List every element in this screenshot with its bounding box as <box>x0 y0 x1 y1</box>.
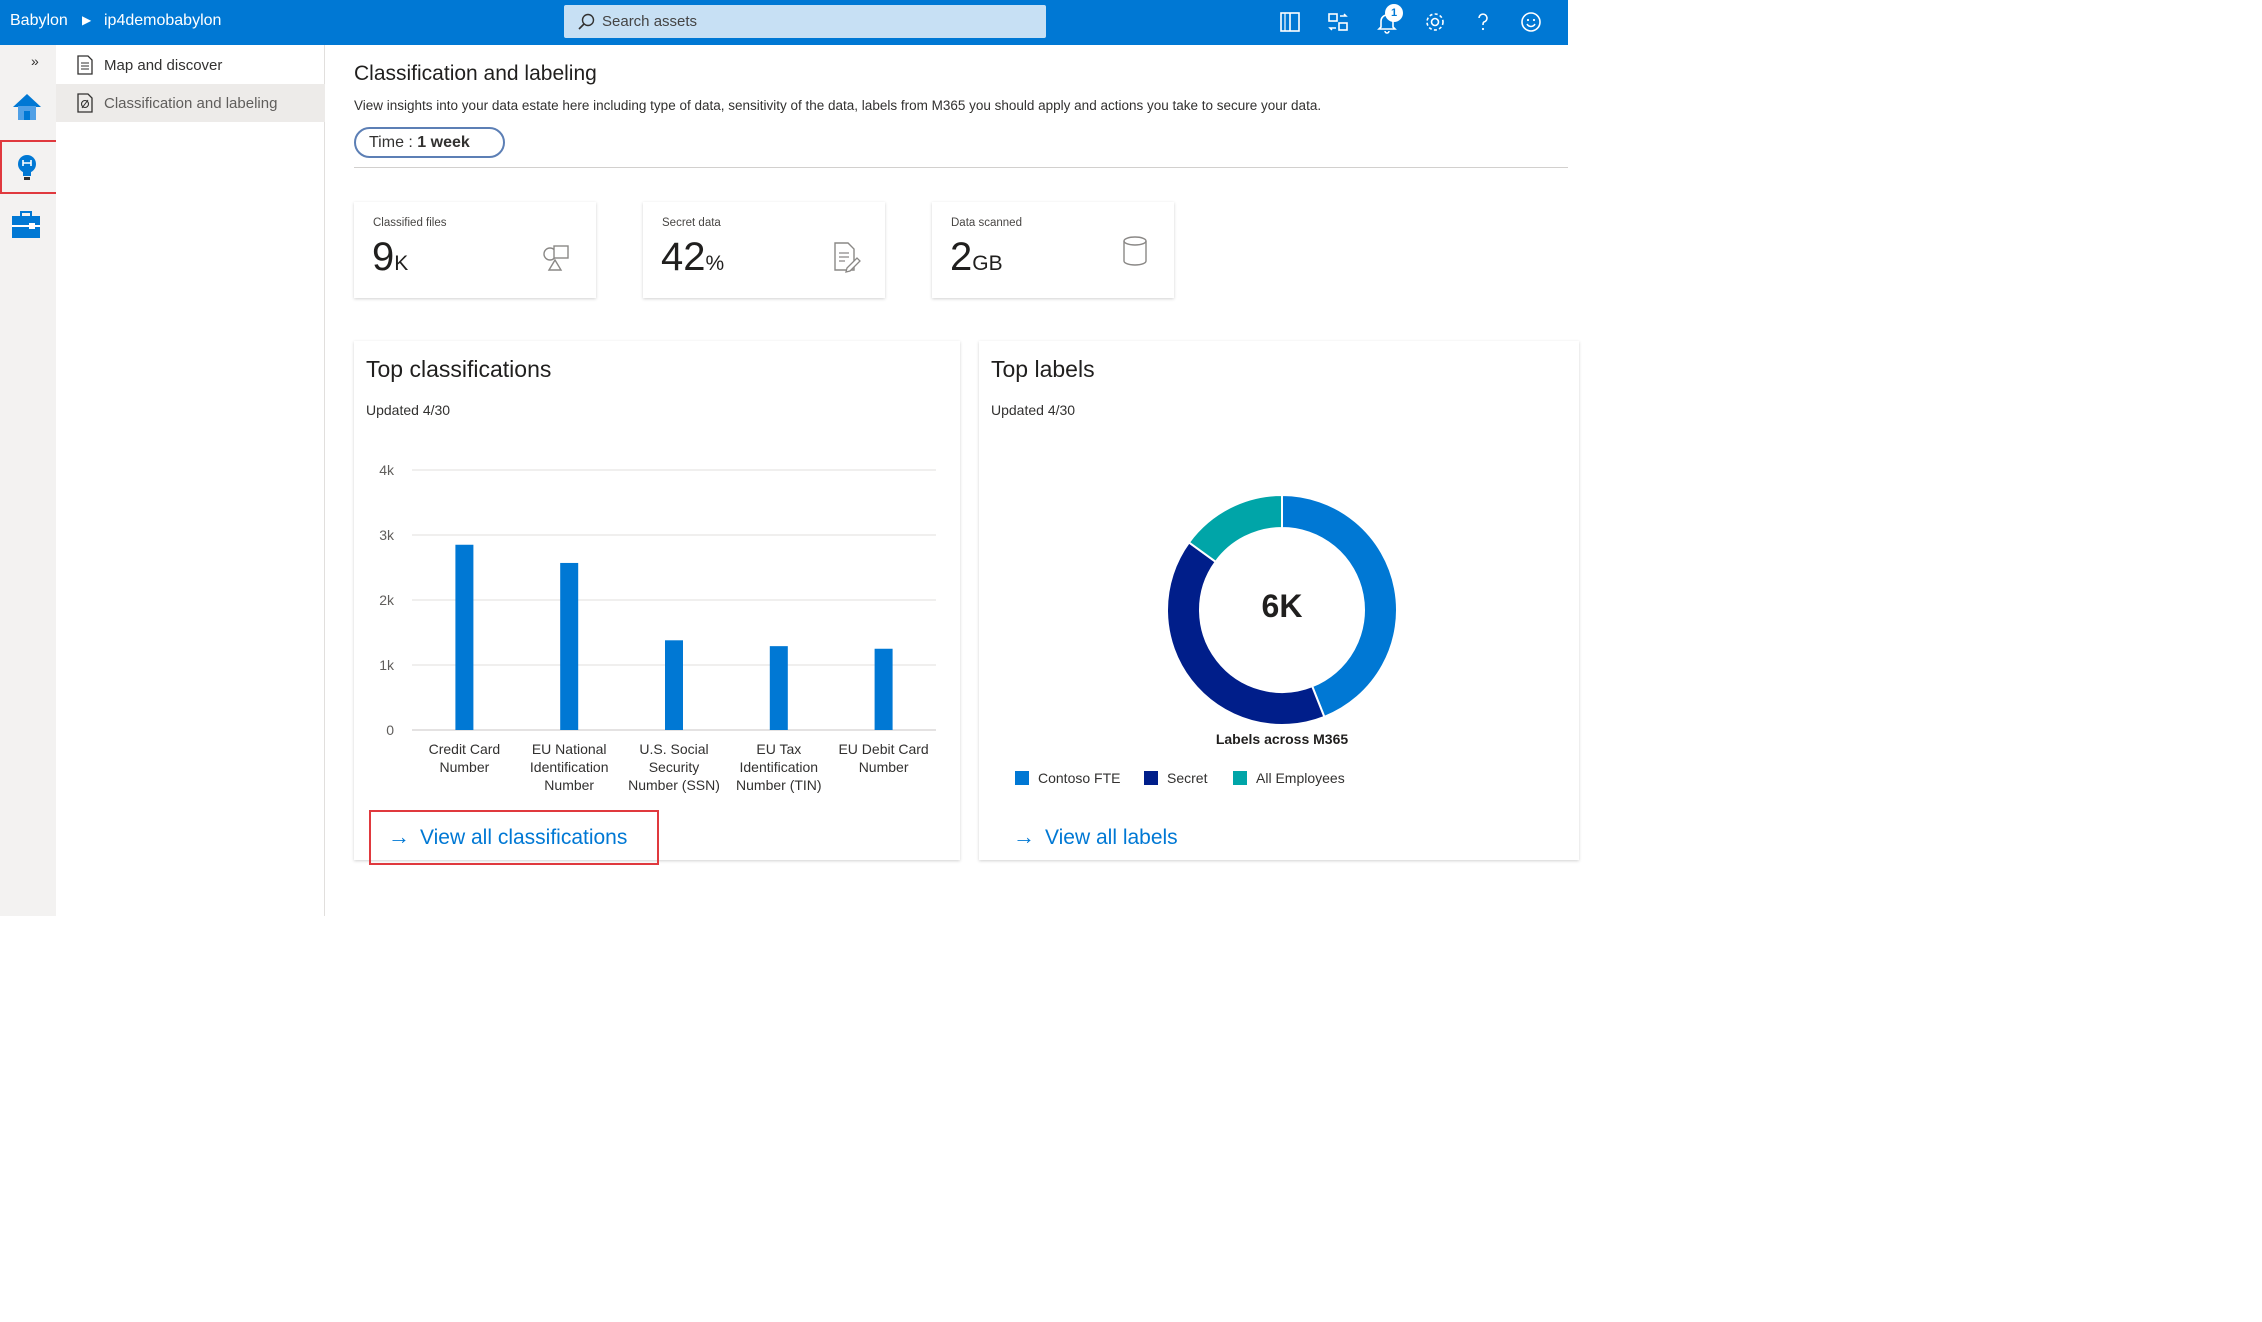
x-tick-label: Identification <box>530 759 609 775</box>
chevron-right-icon: ▶ <box>82 13 92 27</box>
x-tick-label: U.S. Social <box>639 741 708 757</box>
x-tick-label: Credit Card <box>429 741 501 757</box>
card-title: Top classifications <box>366 356 552 382</box>
search-input[interactable]: Search assets <box>564 5 1046 38</box>
subnav-item-label: Classification and labeling <box>104 95 278 112</box>
notification-badge: 1 <box>1385 4 1403 22</box>
card-updated: Updated 4/30 <box>991 402 1076 418</box>
search-icon <box>578 13 595 30</box>
y-tick-label: 3k <box>379 527 395 543</box>
subnav-item-classification-and-labeling[interactable]: Classification and labeling <box>56 84 325 122</box>
x-tick-label: EU Debit Card <box>838 741 928 757</box>
top-classifications-bar-chart: 0 1k 2k 3k 4k Credit Card Number EU National Ide… <box>379 462 936 793</box>
kpi-unit: K <box>394 252 409 275</box>
kpi-card-data-scanned: Data scanned 2GB <box>932 202 1174 298</box>
x-tick-label: Number <box>544 777 594 793</box>
help-icon[interactable] <box>1471 10 1495 34</box>
x-tick-label: Security <box>649 759 700 775</box>
time-filter-value: 1 week <box>417 134 470 151</box>
database-icon <box>1123 236 1147 266</box>
bar-4 <box>874 648 893 730</box>
arrow-right-icon: → <box>388 824 410 849</box>
donut-slice-2 <box>1187 493 1283 564</box>
x-tick-label: Number (SSN) <box>628 777 720 793</box>
donut-center-value: 6K <box>1261 588 1303 624</box>
kpi-label: Data scanned <box>951 217 1022 229</box>
bar-2 <box>665 640 683 730</box>
time-filter-label: Time : <box>369 134 418 151</box>
y-tick-label: 2k <box>379 592 395 608</box>
x-tick-label: EU Tax <box>756 741 801 757</box>
card-updated: Updated 4/30 <box>366 402 451 418</box>
page-title: Classification and labeling <box>354 62 597 85</box>
legend-swatch <box>1144 771 1158 785</box>
page-description: View insights into your data estate here… <box>354 98 1322 113</box>
kpi-value: 9K <box>372 235 408 280</box>
view-all-classifications-link[interactable]: → View all classifications <box>388 824 627 850</box>
classification-document-icon <box>77 93 93 113</box>
insights-lightbulb-icon[interactable] <box>10 150 44 184</box>
bar-0 <box>455 544 474 730</box>
y-tick-label: 4k <box>379 462 395 478</box>
map-document-icon <box>77 55 93 75</box>
legend-item-all-employees: All Employees <box>1233 770 1345 788</box>
kpi-number: 2 <box>950 235 973 279</box>
x-tick-label: Number <box>859 759 909 775</box>
donut-caption: Labels across M365 <box>1215 731 1349 747</box>
legend-label: Contoso FTE <box>1038 770 1121 786</box>
legend-swatch <box>1015 771 1029 785</box>
document-edit-icon <box>834 242 861 273</box>
legend-label: All Employees <box>1256 770 1345 786</box>
legend-label: Secret <box>1167 770 1208 786</box>
kpi-label: Secret data <box>662 217 721 229</box>
subnav-item-label: Map and discover <box>104 57 223 74</box>
kpi-number: 42 <box>661 235 706 279</box>
bar-1 <box>560 562 579 730</box>
header-divider <box>354 167 1568 168</box>
card-title: Top labels <box>991 356 1095 382</box>
expand-nav-icon[interactable]: » <box>31 53 39 69</box>
management-toolbox-icon[interactable] <box>9 208 43 242</box>
kpi-value: 2GB <box>950 235 1003 280</box>
breadcrumb-account[interactable]: ip4demobabylon <box>104 12 221 30</box>
search-placeholder: Search assets <box>602 13 698 30</box>
kpi-unit: GB <box>972 252 1003 275</box>
subnav-item-map-and-discover[interactable]: Map and discover <box>56 46 325 84</box>
book-icon[interactable] <box>1278 10 1302 34</box>
legend-item-secret: Secret <box>1144 770 1207 788</box>
x-tick-label: Identification <box>739 759 818 775</box>
y-tick-label: 1k <box>379 657 395 673</box>
x-tick-label: Number (TIN) <box>736 777 822 793</box>
kpi-number: 9 <box>372 235 395 279</box>
kpi-card-secret-data: Secret data 42% <box>643 202 885 298</box>
view-all-classifications-label: View all classifications <box>420 826 628 849</box>
kpi-card-classified-files: Classified files 9K <box>354 202 596 298</box>
secondary-nav: Map and discover Classification and labe… <box>56 45 325 916</box>
time-filter-button[interactable]: Time : 1 week <box>354 127 505 158</box>
top-bar: Babylon ▶ ip4demobabylon Search assets 1 <box>0 0 1568 45</box>
view-all-labels-label: View all labels <box>1045 826 1178 849</box>
arrow-right-icon: → <box>1013 824 1035 849</box>
legend-item-contoso-fte: Contoso FTE <box>1015 770 1120 788</box>
kpi-value: 42% <box>661 235 724 280</box>
home-icon[interactable] <box>10 90 44 124</box>
y-tick-label: 0 <box>386 722 394 738</box>
feedback-smiley-icon[interactable] <box>1519 10 1543 34</box>
x-tick-label: EU National <box>532 741 607 757</box>
legend-swatch <box>1233 771 1247 785</box>
x-tick-label: Number <box>440 759 490 775</box>
kpi-label: Classified files <box>373 217 447 229</box>
gear-icon[interactable] <box>1423 10 1447 34</box>
bar-3 <box>769 646 788 730</box>
kpi-unit: % <box>705 252 725 275</box>
shapes-icon <box>543 245 569 271</box>
donut-slice-1 <box>1166 541 1326 726</box>
brand-link[interactable]: Babylon <box>10 12 68 30</box>
view-all-labels-link[interactable]: → View all labels <box>1013 824 1178 850</box>
switch-directory-icon[interactable] <box>1326 10 1350 34</box>
